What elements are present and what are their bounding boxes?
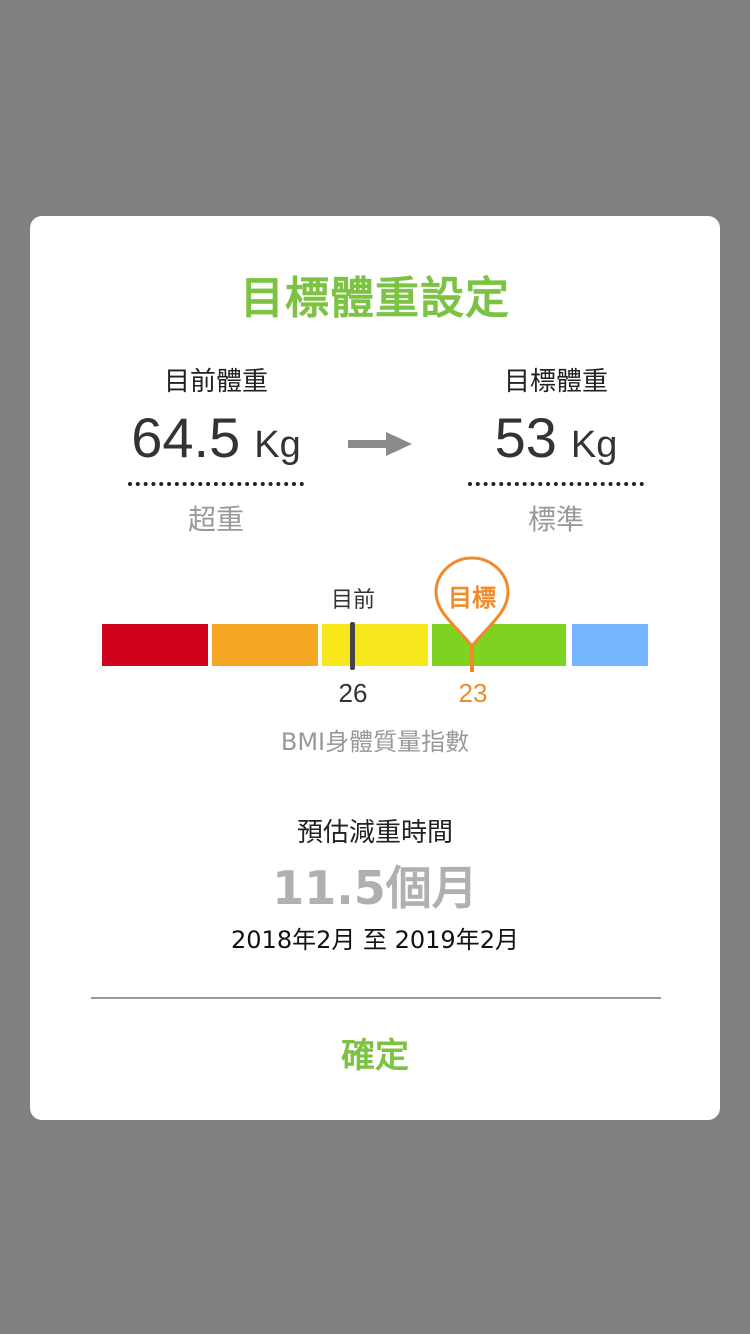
current-weight-unit: Kg: [254, 424, 301, 466]
estimate-value: 11.5個月: [272, 861, 478, 915]
bmi-target-marker-label: 目標: [448, 584, 496, 612]
current-weight-value-row: 64.5 Kg: [116, 408, 316, 468]
target-weight-section[interactable]: 目標體重 53 Kg 標準: [456, 364, 656, 538]
current-weight-status: 超重: [187, 503, 244, 536]
bmi-scale-bar: [102, 624, 648, 666]
estimate-date-range: 2018年2月 至 2019年2月: [231, 926, 519, 954]
target-weight-dialog: 目標體重設定 目前體重 64.5 Kg 超重 目標體重 53 Kg 標準 目前 目標: [30, 216, 720, 1120]
bmi-target-value: 23: [458, 678, 488, 708]
bmi-segment-mild: [322, 624, 428, 666]
bmi-caption: BMI身體質量指數: [280, 728, 470, 756]
target-pin-icon[interactable]: [432, 554, 512, 674]
confirm-button[interactable]: 確定: [30, 1006, 720, 1106]
right-arrow-icon: [348, 432, 412, 456]
current-weight-section: 目前體重 64.5 Kg 超重: [116, 364, 316, 538]
target-weight-value[interactable]: 53: [495, 406, 557, 469]
target-weight-unit: Kg: [570, 424, 618, 466]
current-weight-underline: [128, 482, 304, 486]
target-weight-value-row[interactable]: 53 Kg: [456, 408, 656, 468]
bmi-segment-severe: [102, 624, 208, 666]
target-weight-status: 標準: [527, 503, 584, 536]
bmi-current-value: 26: [338, 678, 368, 708]
divider: [91, 997, 661, 999]
bmi-current-marker-label: 目前: [330, 588, 375, 613]
bmi-segment-overweight: [212, 624, 318, 666]
current-weight-value: 64.5: [131, 406, 241, 469]
current-weight-label: 目前體重: [163, 367, 268, 397]
target-weight-underline: [468, 482, 644, 486]
bmi-current-marker: [350, 622, 355, 670]
dialog-title: 目標體重設定: [240, 273, 510, 324]
bmi-segment-underweight: [572, 624, 648, 666]
target-weight-label: 目標體重: [503, 367, 608, 397]
estimate-label: 預估減重時間: [296, 818, 453, 848]
